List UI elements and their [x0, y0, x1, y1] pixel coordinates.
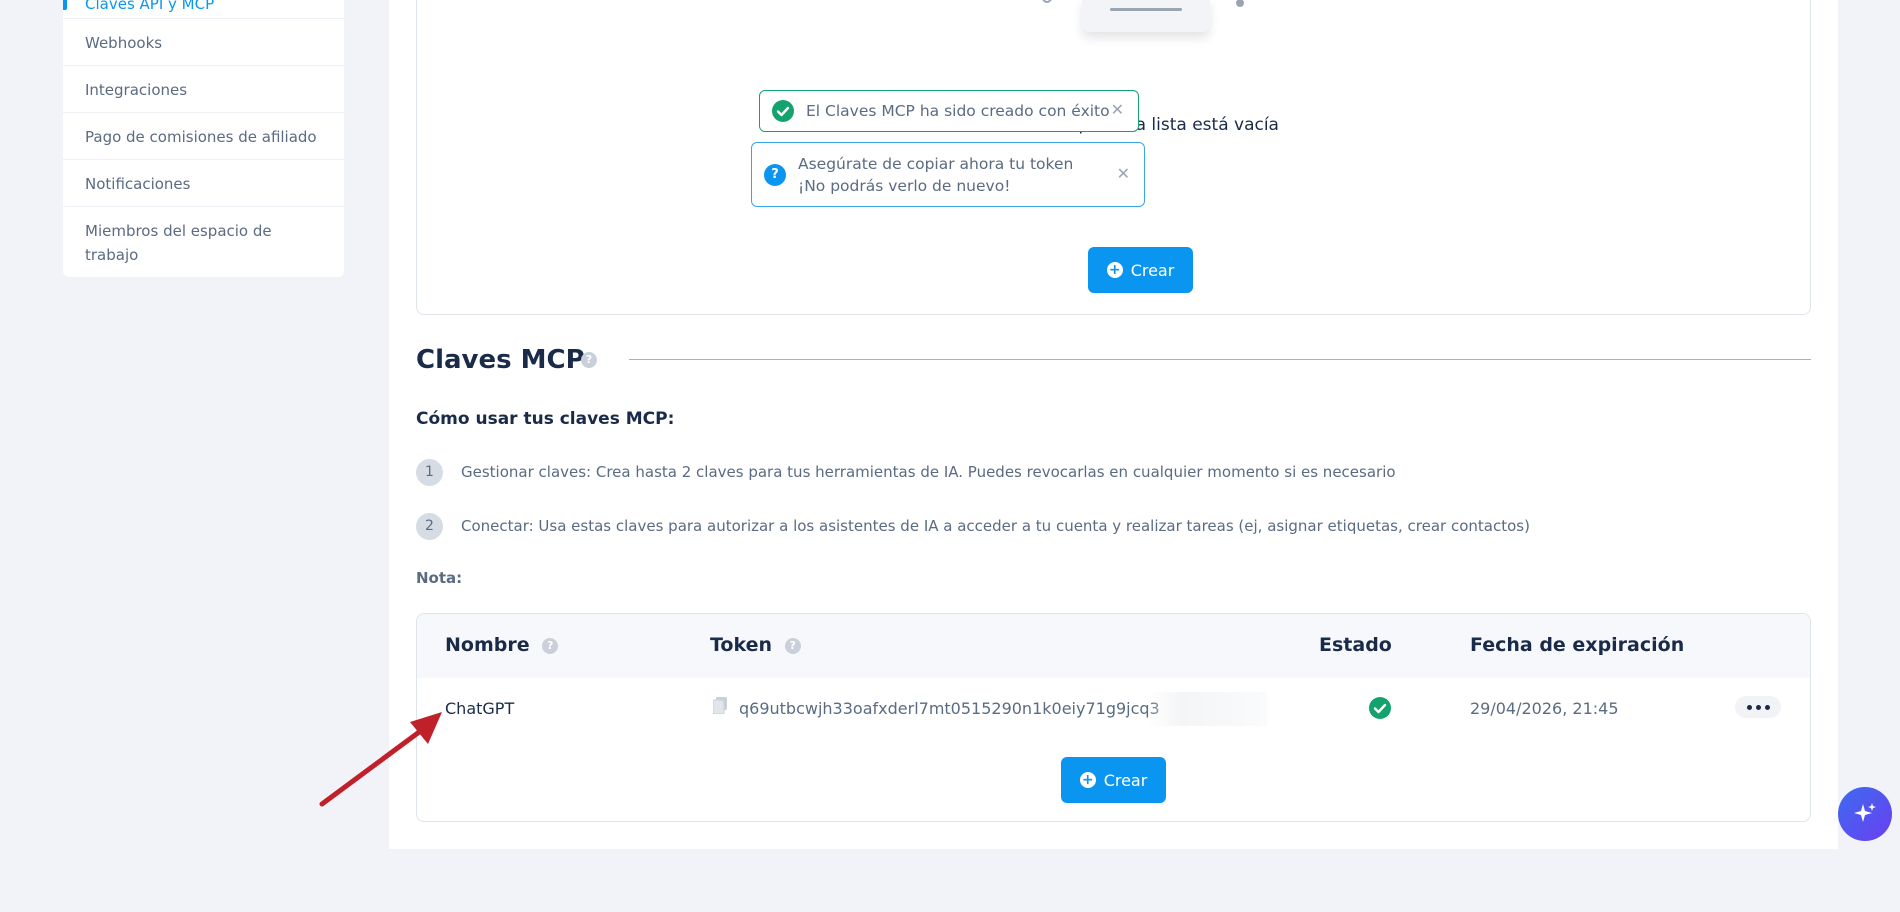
empty-list-illustration: [1082, 0, 1210, 32]
plus-icon: +: [1106, 262, 1123, 278]
create-button-label: Crear: [1130, 260, 1175, 280]
sidebar-item-api-mcp-keys[interactable]: Claves API y MCP: [63, 0, 344, 18]
row-actions-button[interactable]: [1735, 696, 1781, 718]
sidebar-item-affiliate-payouts[interactable]: Pago de comisiones de afiliado: [63, 112, 344, 159]
active-indicator: [63, 0, 67, 10]
step-text: Gestionar claves: Crea hasta 2 claves pa…: [461, 463, 1396, 481]
table-header: Nombre ? Token ? Estado Fecha de expirac…: [417, 614, 1810, 678]
sidebar-item-label: Claves API y MCP: [85, 0, 215, 13]
sidebar-item-webhooks[interactable]: Webhooks: [63, 18, 344, 65]
create-mcp-key-button[interactable]: + Crear: [1061, 757, 1166, 803]
sidebar-item-workspace-members[interactable]: Miembros del espacio de trabajo: [63, 206, 344, 277]
note-label: Nota:: [416, 569, 463, 587]
sidebar-item-notifications[interactable]: Notificaciones: [63, 159, 344, 206]
column-header-label: Token: [710, 634, 773, 656]
column-header-token: Token ?: [710, 634, 801, 656]
divider: [629, 359, 1811, 360]
check-circle-icon: [772, 100, 794, 122]
close-icon[interactable]: ✕: [1117, 164, 1130, 183]
column-header-label: Nombre: [445, 634, 530, 656]
sidebar-item-label: Notificaciones: [85, 175, 191, 193]
create-api-key-button[interactable]: + Crear: [1088, 247, 1193, 293]
step-number: 2: [416, 513, 443, 540]
column-header-name: Nombre ?: [445, 634, 559, 656]
copy-icon[interactable]: [713, 697, 727, 714]
sidebar-item-label: Integraciones: [85, 81, 188, 99]
key-token: q69utbcwjh33oafxderl7mt0515290n1k0eiy71g…: [739, 699, 1159, 718]
key-expiry-date: 29/04/2026, 21:45: [1470, 699, 1619, 718]
sidebar-item-integrations[interactable]: Integraciones: [63, 65, 344, 112]
ai-assistant-button[interactable]: [1838, 787, 1892, 841]
status-active-icon: [1369, 697, 1391, 719]
toast-message: Asegúrate de copiar ahora tu token ¡No p…: [798, 155, 1074, 195]
sidebar-item-label: Webhooks: [85, 34, 163, 52]
column-header-expiry: Fecha de expiración: [1470, 634, 1685, 656]
section-title: Claves MCP: [416, 345, 585, 375]
create-button-label: Crear: [1103, 770, 1148, 790]
help-icon[interactable]: ?: [784, 637, 801, 654]
close-icon[interactable]: ✕: [1111, 100, 1124, 119]
sparkle-icon: [1854, 803, 1876, 822]
decoration-dot: [1042, 0, 1052, 3]
annotation-arrow-icon: [319, 712, 442, 807]
sidebar-item-label: Pago de comisiones de afiliado: [85, 128, 317, 146]
help-icon[interactable]: ?: [542, 637, 559, 654]
howto-title: Cómo usar tus claves MCP:: [416, 409, 675, 429]
toast-message: El Claves MCP ha sido creado con éxito: [806, 102, 1110, 120]
help-icon[interactable]: ?: [581, 352, 597, 368]
info-toast: ? Asegúrate de copiar ahora tu token ¡No…: [751, 142, 1145, 207]
mcp-keys-table: Nombre ? Token ? Estado Fecha de expirac…: [416, 613, 1811, 822]
question-circle-icon: ?: [764, 164, 786, 186]
settings-sidebar: Claves API y MCP Webhooks Integraciones …: [63, 0, 344, 277]
plus-icon: +: [1079, 772, 1096, 788]
success-toast: El Claves MCP ha sido creado con éxito ✕: [759, 90, 1139, 132]
step-text: Conectar: Usa estas claves para autoriza…: [461, 517, 1530, 535]
column-header-status: Estado: [1319, 634, 1392, 656]
step-number: 1: [416, 459, 443, 486]
token-mask: [1147, 692, 1267, 726]
sidebar-item-label: Miembros del espacio de trabajo: [85, 222, 272, 264]
decoration-dot: [1236, 0, 1244, 7]
